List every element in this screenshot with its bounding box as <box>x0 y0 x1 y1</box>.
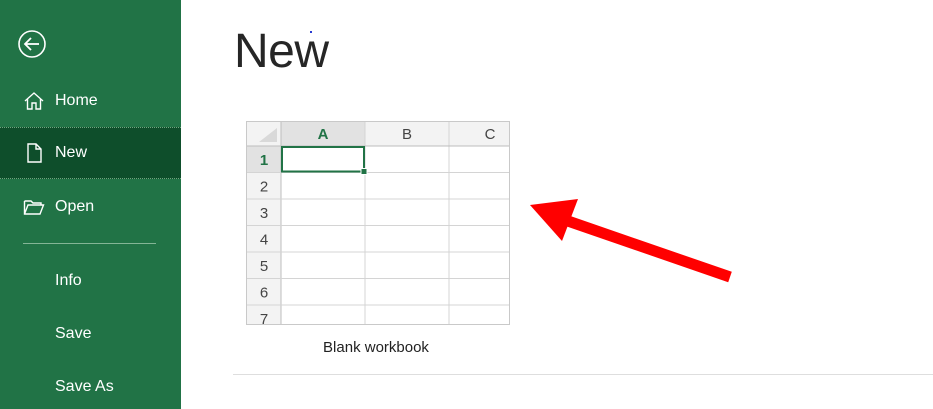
page-title: New <box>234 25 329 78</box>
sidebar-item-label: Info <box>55 272 82 289</box>
folder-open-icon <box>23 200 45 215</box>
back-arrow-circle-icon <box>18 30 46 58</box>
row-header-label: 3 <box>260 205 268 222</box>
row-header-label: 1 <box>260 152 268 169</box>
sidebar-item-label: Save <box>55 325 92 342</box>
sidebar-item-label: Home <box>55 92 98 109</box>
workbook-preview: A B C 1 2 3 4 5 6 7 <box>246 121 510 325</box>
template-label[interactable]: Blank workbook <box>246 339 506 356</box>
blank-workbook-template[interactable]: A B C 1 2 3 4 5 6 7 <box>246 121 510 325</box>
row-header-label: 7 <box>260 311 268 325</box>
sidebar-item-label: Open <box>55 198 95 215</box>
column-header-label: B <box>402 126 412 143</box>
sidebar-item-new[interactable]: New <box>0 127 181 179</box>
active-cell-border <box>281 146 365 173</box>
column-header-label: A <box>318 126 329 143</box>
backstage-sidebar: Home New Open Info Save Save As <box>0 0 181 409</box>
row-header-label: 4 <box>260 231 268 248</box>
home-icon <box>24 92 44 110</box>
sidebar-divider <box>23 243 156 244</box>
row-header-label: 6 <box>260 284 268 301</box>
red-arrow-annotation <box>530 199 732 283</box>
sidebar-item-info[interactable]: Info <box>0 255 181 307</box>
sidebar-item-open[interactable]: Open <box>0 181 181 233</box>
sidebar-item-label: New <box>55 144 88 161</box>
sidebar-item-label: Save As <box>55 378 114 395</box>
row-header-label: 5 <box>260 258 268 275</box>
fill-handle <box>360 168 368 175</box>
sidebar-item-save[interactable]: Save <box>0 308 181 360</box>
section-divider <box>233 374 933 375</box>
sidebar-item-save-as[interactable]: Save As <box>0 361 181 409</box>
new-document-icon <box>27 143 42 163</box>
spreadsheet-grid: A B C 1 2 3 4 5 6 7 <box>247 122 509 325</box>
stray-pixel <box>310 31 312 33</box>
column-header-label: C <box>485 126 496 143</box>
back-button[interactable] <box>17 29 47 59</box>
arrow-shaft <box>563 214 732 283</box>
row-header-label: 2 <box>260 178 268 195</box>
sidebar-item-home[interactable]: Home <box>0 75 181 127</box>
